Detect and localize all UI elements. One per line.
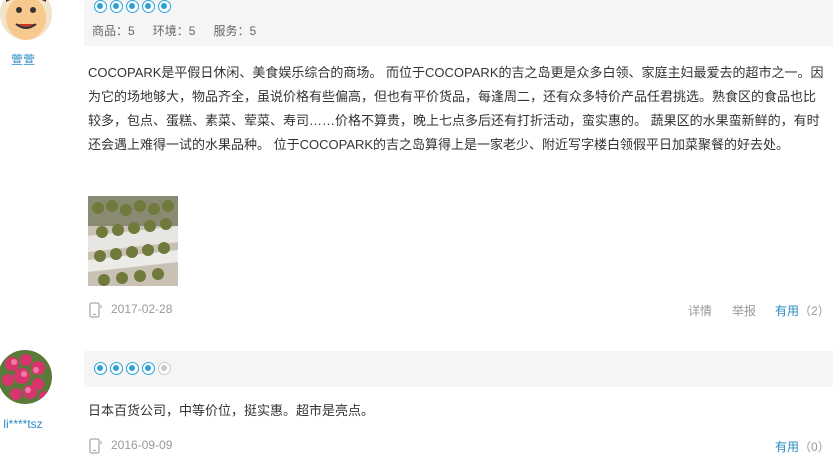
username-link[interactable]: li****tsz <box>0 417 46 431</box>
star-empty-icon <box>158 362 171 375</box>
useful-label: 有用 <box>775 440 800 454</box>
mobile-phone-icon <box>89 302 102 318</box>
star-icon <box>94 0 107 13</box>
review-item: li****tsz 日本百货公司，中等价位，挺实惠。超市是亮点。 2016-09… <box>0 335 839 470</box>
avatar[interactable] <box>0 0 52 40</box>
score-service: 服务：5 <box>213 24 257 38</box>
review-footer: 2017-02-28 详情 举报 有用（2） <box>88 300 833 320</box>
detail-link[interactable]: 详情 <box>688 302 712 319</box>
score-product: 商品：5 <box>92 24 135 38</box>
avatar[interactable] <box>0 350 52 404</box>
star-icon <box>110 362 123 375</box>
useful-button[interactable]: 有用（0） <box>775 438 830 455</box>
review-item: 萱萱 商品：5 环境：5 服务：5 COCOPARK是平假日休闲、美食娱乐综合的… <box>0 0 839 335</box>
rating-bar <box>84 351 833 387</box>
report-link[interactable]: 举报 <box>732 302 756 319</box>
star-rating <box>94 0 171 13</box>
review-text: COCOPARK是平假日休闲、美食娱乐综合的商场。 而位于COCOPARK的吉之… <box>88 65 824 152</box>
sub-scores: 商品：5 环境：5 服务：5 <box>92 22 256 39</box>
mobile-phone-icon <box>89 438 102 454</box>
review-text: 日本百货公司，中等价位，挺实惠。超市是亮点。 <box>88 403 375 418</box>
review-date: 2016-09-09 <box>111 438 173 452</box>
rating-bar: 商品：5 环境：5 服务：5 <box>84 0 833 46</box>
star-icon <box>94 362 107 375</box>
star-icon <box>158 0 171 13</box>
star-icon <box>126 0 139 13</box>
star-icon <box>142 0 155 13</box>
star-rating <box>94 362 171 375</box>
review-footer: 2016-09-09 有用（0） <box>88 436 833 456</box>
review-photo[interactable] <box>88 196 178 286</box>
star-icon <box>110 0 123 13</box>
review-date: 2017-02-28 <box>111 302 173 316</box>
star-icon <box>142 362 155 375</box>
useful-label: 有用 <box>775 304 800 318</box>
useful-button[interactable]: 有用（2） <box>775 302 830 319</box>
produce-photo-image <box>88 196 178 286</box>
score-environment: 环境：5 <box>152 24 196 38</box>
flower-avatar-image <box>0 350 52 404</box>
star-icon <box>126 362 139 375</box>
useful-count: （0） <box>799 440 830 454</box>
useful-count: （2） <box>799 304 830 318</box>
username-link[interactable]: 萱萱 <box>0 51 46 68</box>
cartoon-avatar-image <box>0 0 52 40</box>
